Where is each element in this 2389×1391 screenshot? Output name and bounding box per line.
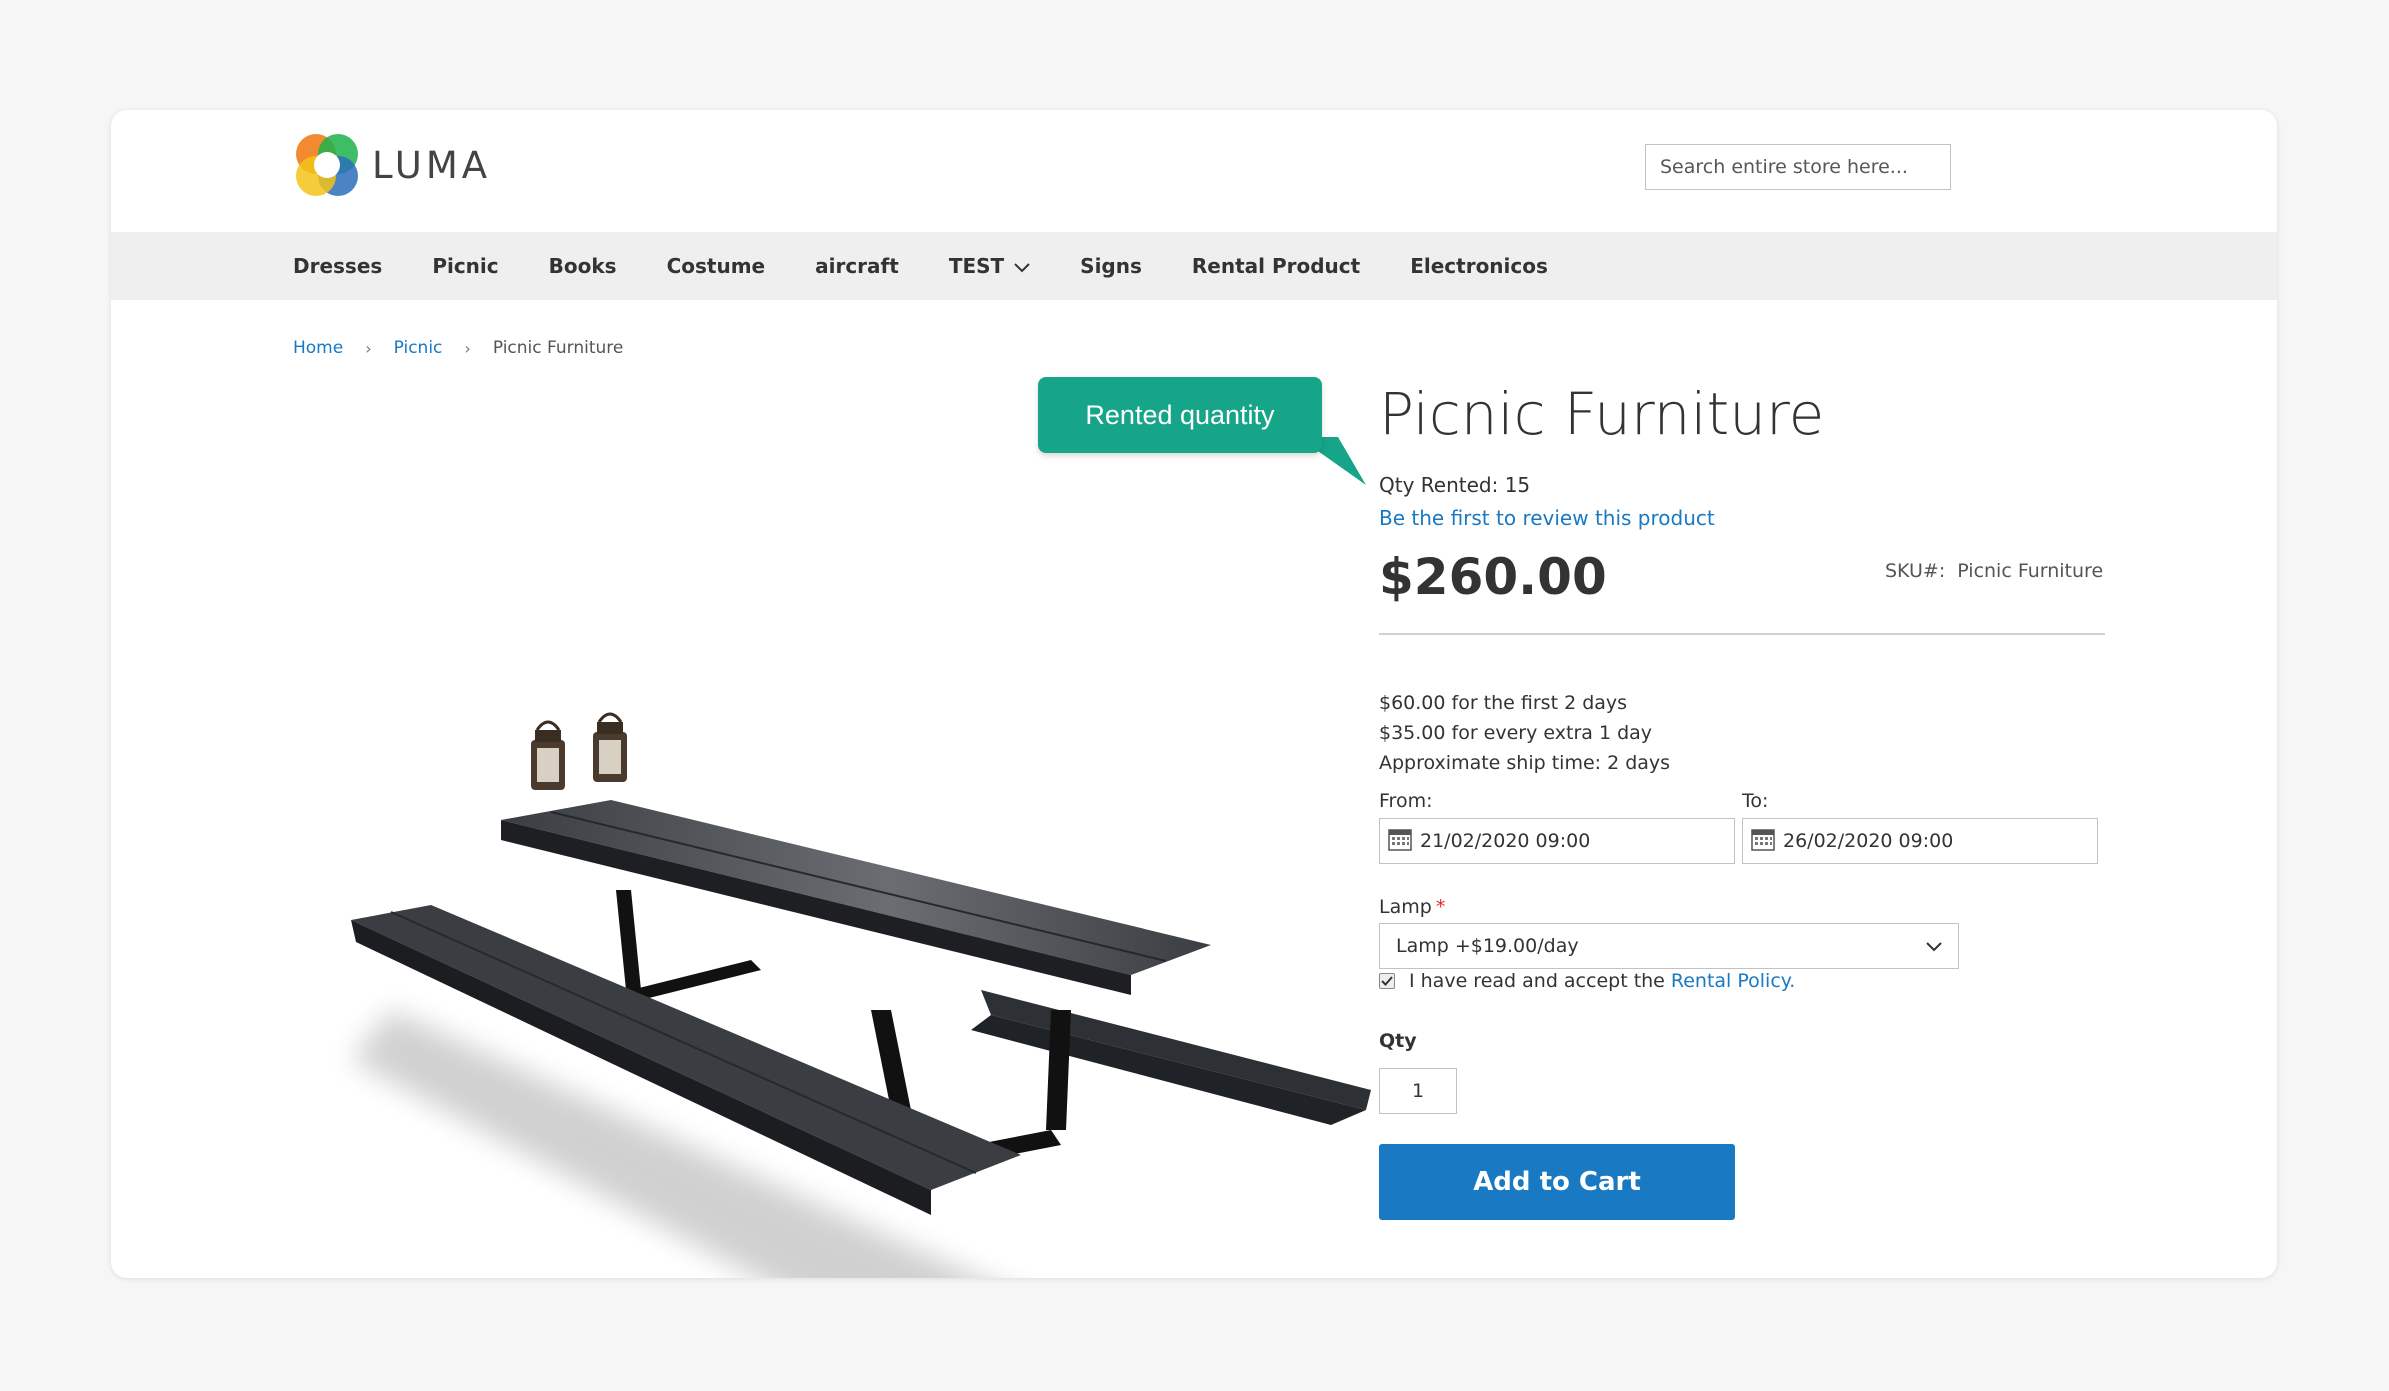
main-nav: Dresses Picnic Books Costume aircraft TE… (111, 232, 2277, 300)
product-image[interactable] (331, 590, 1431, 1278)
lamp-select[interactable]: Lamp +$19.00/day (1379, 923, 1959, 969)
rental-info: $60.00 for the first 2 days $35.00 for e… (1379, 688, 1670, 778)
lamp-label: Lamp * (1379, 896, 1445, 918)
qty-rented: Qty Rented: 15 (1379, 473, 1531, 497)
review-link[interactable]: Be the first to review this product (1379, 506, 1715, 530)
page-card: LUMA Dresses Picnic Books Costume aircra… (111, 110, 2277, 1278)
nav-item-dresses[interactable]: Dresses (293, 254, 382, 278)
chevron-down-icon (1014, 254, 1030, 278)
rental-info-line: $35.00 for every extra 1 day (1379, 722, 1653, 744)
nav-item-signs[interactable]: Signs (1080, 254, 1142, 278)
nav-item-electronicos[interactable]: Electronicos (1410, 254, 1548, 278)
to-date-value: 26/02/2020 09:00 (1783, 830, 1954, 852)
chevron-down-icon (1926, 935, 1942, 957)
from-label: From: (1379, 790, 1433, 812)
calendar-icon[interactable] (1751, 827, 1775, 856)
breadcrumb-current: Picnic Furniture (492, 338, 624, 358)
nav-item-costume[interactable]: Costume (667, 254, 766, 278)
search-input[interactable] (1645, 144, 1951, 190)
product-sku: SKU#: Picnic Furniture (1885, 560, 2103, 582)
nav-item-test[interactable]: TEST (949, 254, 1030, 278)
rental-policy-link[interactable]: Rental Policy. (1671, 970, 1795, 992)
luma-logo-icon (296, 134, 358, 196)
callout-label: Rented quantity (1038, 377, 1322, 453)
calendar-icon[interactable] (1388, 827, 1412, 856)
sku-value: Picnic Furniture (1957, 560, 2104, 582)
policy-checkbox[interactable] (1379, 973, 1395, 989)
from-date-field[interactable]: 21/02/2020 09:00 (1379, 818, 1735, 864)
rental-info-line: Approximate ship time: 2 days (1379, 752, 1671, 774)
product-title: Picnic Furniture (1379, 380, 1825, 448)
product-price: $260.00 (1379, 548, 1607, 606)
rental-policy-agreement: I have read and accept the Rental Policy… (1379, 970, 1795, 992)
store-logo[interactable]: LUMA (294, 132, 491, 198)
from-date-value: 21/02/2020 09:00 (1420, 830, 1591, 852)
policy-text: I have read and accept the (1409, 970, 1665, 992)
breadcrumb: Home › Picnic › Picnic Furniture (293, 338, 623, 358)
lamp-label-text: Lamp (1379, 896, 1432, 918)
lantern (593, 712, 627, 782)
to-date-field[interactable]: 26/02/2020 09:00 (1742, 818, 2098, 864)
nav-item-rental-product[interactable]: Rental Product (1192, 254, 1360, 278)
add-to-cart-button[interactable]: Add to Cart (1379, 1144, 1735, 1220)
rental-info-line: $60.00 for the first 2 days (1379, 692, 1628, 714)
breadcrumb-category[interactable]: Picnic (394, 338, 443, 358)
divider (1379, 633, 2105, 635)
lamp-selected-value: Lamp +$19.00/day (1396, 935, 1579, 957)
to-label: To: (1742, 790, 1769, 812)
rented-quantity-callout: Rented quantity (1038, 377, 1366, 485)
nav-item-aircraft[interactable]: aircraft (815, 254, 899, 278)
sku-label: SKU#: (1885, 560, 1946, 582)
qty-input[interactable] (1379, 1068, 1457, 1114)
breadcrumb-separator: › (365, 338, 372, 358)
nav-item-picnic[interactable]: Picnic (432, 254, 498, 278)
brand-name: LUMA (372, 143, 492, 187)
breadcrumb-separator: › (464, 338, 471, 358)
nav-item-books[interactable]: Books (549, 254, 617, 278)
required-mark: * (1435, 896, 1446, 918)
nav-item-test-label: TEST (948, 254, 1005, 278)
breadcrumb-home[interactable]: Home (293, 338, 343, 358)
lantern (531, 720, 565, 790)
checkmark-icon (1381, 976, 1393, 986)
qty-label: Qty (1379, 1030, 1417, 1052)
